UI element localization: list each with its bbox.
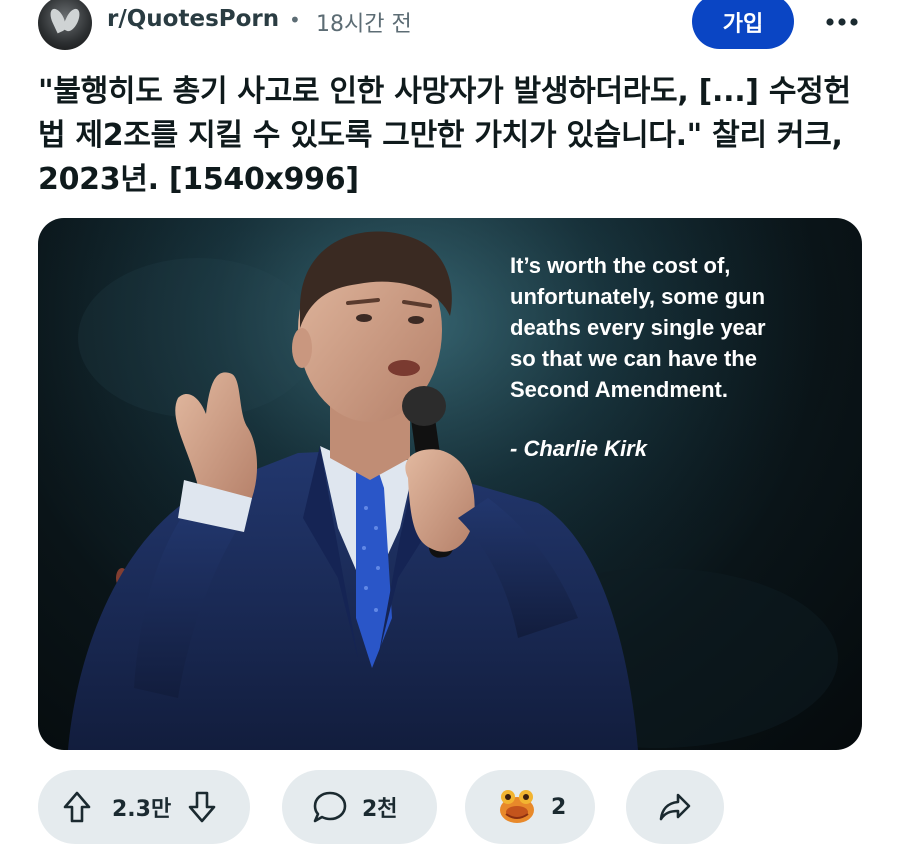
post-image[interactable]: It’s worth the cost of, unfortunately, s… <box>38 218 862 750</box>
vote-bar: 2.3만 <box>38 770 250 844</box>
quote-author: - Charlie Kirk <box>510 436 647 461</box>
award-count: 2 <box>551 794 567 820</box>
upvote-button[interactable] <box>60 787 94 827</box>
post-header: r/QuotesPorn • 18시간 전 가입 <box>0 0 900 50</box>
award-button[interactable]: 2 <box>465 770 595 844</box>
quote-text: It’s worth the cost of, unfortunately, s… <box>510 253 766 402</box>
downvote-button[interactable] <box>185 787 219 827</box>
share-icon <box>659 793 691 821</box>
share-button[interactable] <box>626 770 724 844</box>
upvote-icon <box>63 791 91 823</box>
award-icon-wrap <box>497 788 537 826</box>
subreddit-name[interactable]: r/QuotesPorn <box>107 6 279 32</box>
downvote-icon <box>188 791 216 823</box>
award-icon <box>500 790 534 823</box>
comments-button[interactable]: 2천 <box>282 770 437 844</box>
join-button[interactable]: 가입 <box>692 0 794 49</box>
post-title[interactable]: "불행히도 총기 사고로 인한 사망자가 발생하더라도, [...] 수정헌법 … <box>38 70 868 202</box>
vote-count: 2.3만 <box>112 797 172 822</box>
more-options-icon <box>826 18 858 26</box>
more-options-button[interactable] <box>822 4 862 40</box>
comment-count: 2천 <box>362 797 398 822</box>
separator-dot: • <box>289 8 301 32</box>
comment-icon <box>313 791 347 823</box>
post-time: 18시간 전 <box>316 12 412 37</box>
comment-icon-wrap <box>312 790 348 824</box>
subreddit-avatar[interactable] <box>38 0 92 50</box>
